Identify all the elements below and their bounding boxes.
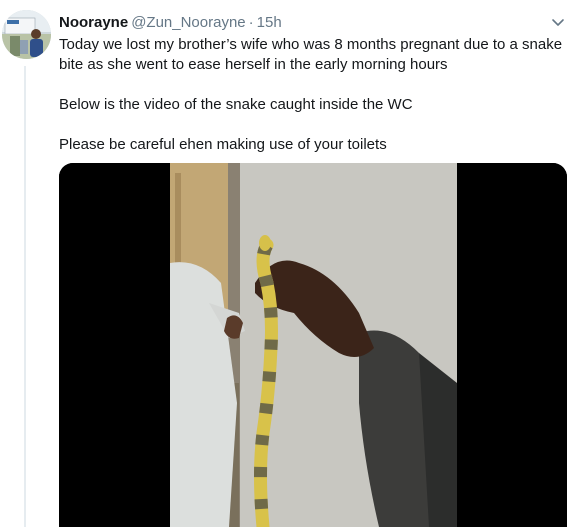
author-handle[interactable]: @Zun_Noorayne bbox=[131, 14, 245, 31]
tweet-timestamp[interactable]: 15h bbox=[257, 14, 282, 31]
tweet-header: Noorayne @Zun_Noorayne · 15h bbox=[59, 13, 570, 33]
tweet-text: Today we lost my brother’s wife who was … bbox=[59, 35, 565, 155]
video-player[interactable] bbox=[59, 163, 567, 527]
video-frame bbox=[59, 163, 567, 527]
avatar[interactable] bbox=[2, 10, 51, 59]
tweet-paragraph: Today we lost my brother’s wife who was … bbox=[59, 36, 563, 73]
thread-connector-line bbox=[24, 66, 26, 527]
tweet-paragraph: Below is the video of the snake caught i… bbox=[59, 96, 413, 113]
author-name[interactable]: Noorayne bbox=[59, 14, 128, 31]
meta-separator: · bbox=[248, 14, 254, 31]
tweet-paragraph: Please be careful ehen making use of you… bbox=[59, 136, 387, 153]
chevron-down-icon[interactable] bbox=[550, 14, 566, 30]
